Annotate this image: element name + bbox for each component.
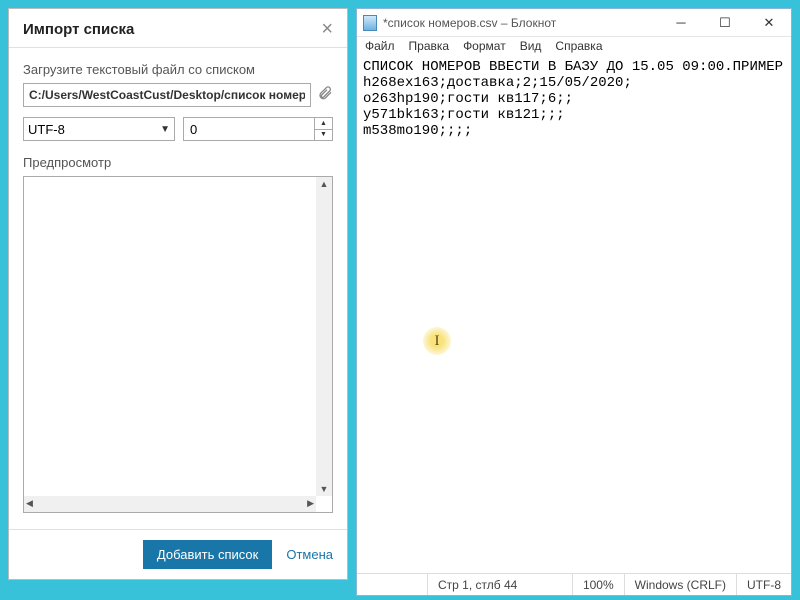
spinner-value: 0: [184, 118, 314, 140]
statusbar: Стр 1, стлб 44 100% Windows (CRLF) UTF-8: [357, 573, 791, 595]
close-icon[interactable]: ×: [321, 19, 333, 39]
text-line: СПИСОК НОМЕРОВ ВВЕСТИ В БАЗУ ДО 15.05 09…: [363, 59, 791, 75]
cancel-button[interactable]: Отмена: [286, 547, 333, 562]
text-cursor-icon: I: [423, 327, 451, 355]
encoding-row: UTF-8 ▼ 0 ▲ ▼: [23, 117, 333, 141]
dialog-body: Загрузите текстовый файл со списком UTF-…: [9, 48, 347, 529]
status-zoom: 100%: [572, 574, 624, 595]
load-file-label: Загрузите текстовый файл со списком: [23, 62, 333, 77]
chevron-down-icon: ▼: [160, 124, 170, 135]
encoding-value: UTF-8: [28, 122, 65, 137]
window-buttons: ─ ☐ ✕: [659, 9, 791, 36]
notepad-window: *список номеров.csv – Блокнот ─ ☐ ✕ Файл…: [356, 8, 792, 596]
dialog-header: Импорт списка ×: [9, 9, 347, 48]
close-button[interactable]: ✕: [747, 9, 791, 36]
status-spacer: [357, 574, 427, 595]
encoding-select[interactable]: UTF-8 ▼: [23, 117, 175, 141]
notepad-textarea[interactable]: СПИСОК НОМЕРОВ ВВЕСТИ В БАЗУ ДО 15.05 09…: [357, 57, 791, 573]
notepad-icon: [363, 15, 377, 31]
add-list-button[interactable]: Добавить список: [143, 540, 272, 569]
text-line: m538mo190;;;;: [363, 123, 472, 139]
number-spinner[interactable]: 0 ▲ ▼: [183, 117, 333, 141]
spinner-arrows: ▲ ▼: [314, 118, 332, 140]
minimize-button[interactable]: ─: [659, 9, 703, 36]
menu-view[interactable]: Вид: [520, 39, 542, 55]
menubar: Файл Правка Формат Вид Справка: [357, 37, 791, 57]
scroll-left-icon[interactable]: ◀: [24, 496, 35, 512]
menu-format[interactable]: Формат: [463, 39, 506, 55]
menu-edit[interactable]: Правка: [409, 39, 450, 55]
scroll-right-icon[interactable]: ▶: [305, 496, 316, 512]
menu-file[interactable]: Файл: [365, 39, 395, 55]
import-dialog: Импорт списка × Загрузите текстовый файл…: [8, 8, 348, 580]
scrollbar-horizontal[interactable]: ◀ ▶: [24, 496, 316, 512]
scroll-up-icon[interactable]: ▲: [316, 177, 332, 191]
status-encoding: UTF-8: [736, 574, 791, 595]
file-row: [23, 83, 333, 107]
text-line: o263hp190;гости кв117;6;;: [363, 91, 573, 107]
titlebar[interactable]: *список номеров.csv – Блокнот ─ ☐ ✕: [357, 9, 791, 37]
scrollbar-vertical[interactable]: ▲ ▼: [316, 177, 332, 496]
preview-area[interactable]: ▲ ▼ ◀ ▶: [23, 176, 333, 513]
attach-icon[interactable]: [317, 85, 333, 106]
dialog-title: Импорт списка: [23, 21, 134, 38]
text-line: y571bk163;гости кв121;;;: [363, 107, 565, 123]
dialog-footer: Добавить список Отмена: [9, 529, 347, 579]
scroll-down-icon[interactable]: ▼: [316, 482, 332, 496]
file-path-input[interactable]: [23, 83, 311, 107]
status-position: Стр 1, стлб 44: [427, 574, 572, 595]
preview-label: Предпросмотр: [23, 155, 333, 170]
text-line: h268ex163;доставка;2;15/05/2020;: [363, 75, 632, 91]
spinner-down-icon[interactable]: ▼: [315, 130, 332, 141]
window-title: *список номеров.csv – Блокнот: [383, 16, 659, 30]
spinner-up-icon[interactable]: ▲: [315, 118, 332, 130]
maximize-button[interactable]: ☐: [703, 9, 747, 36]
menu-help[interactable]: Справка: [555, 39, 602, 55]
status-lineending: Windows (CRLF): [624, 574, 736, 595]
